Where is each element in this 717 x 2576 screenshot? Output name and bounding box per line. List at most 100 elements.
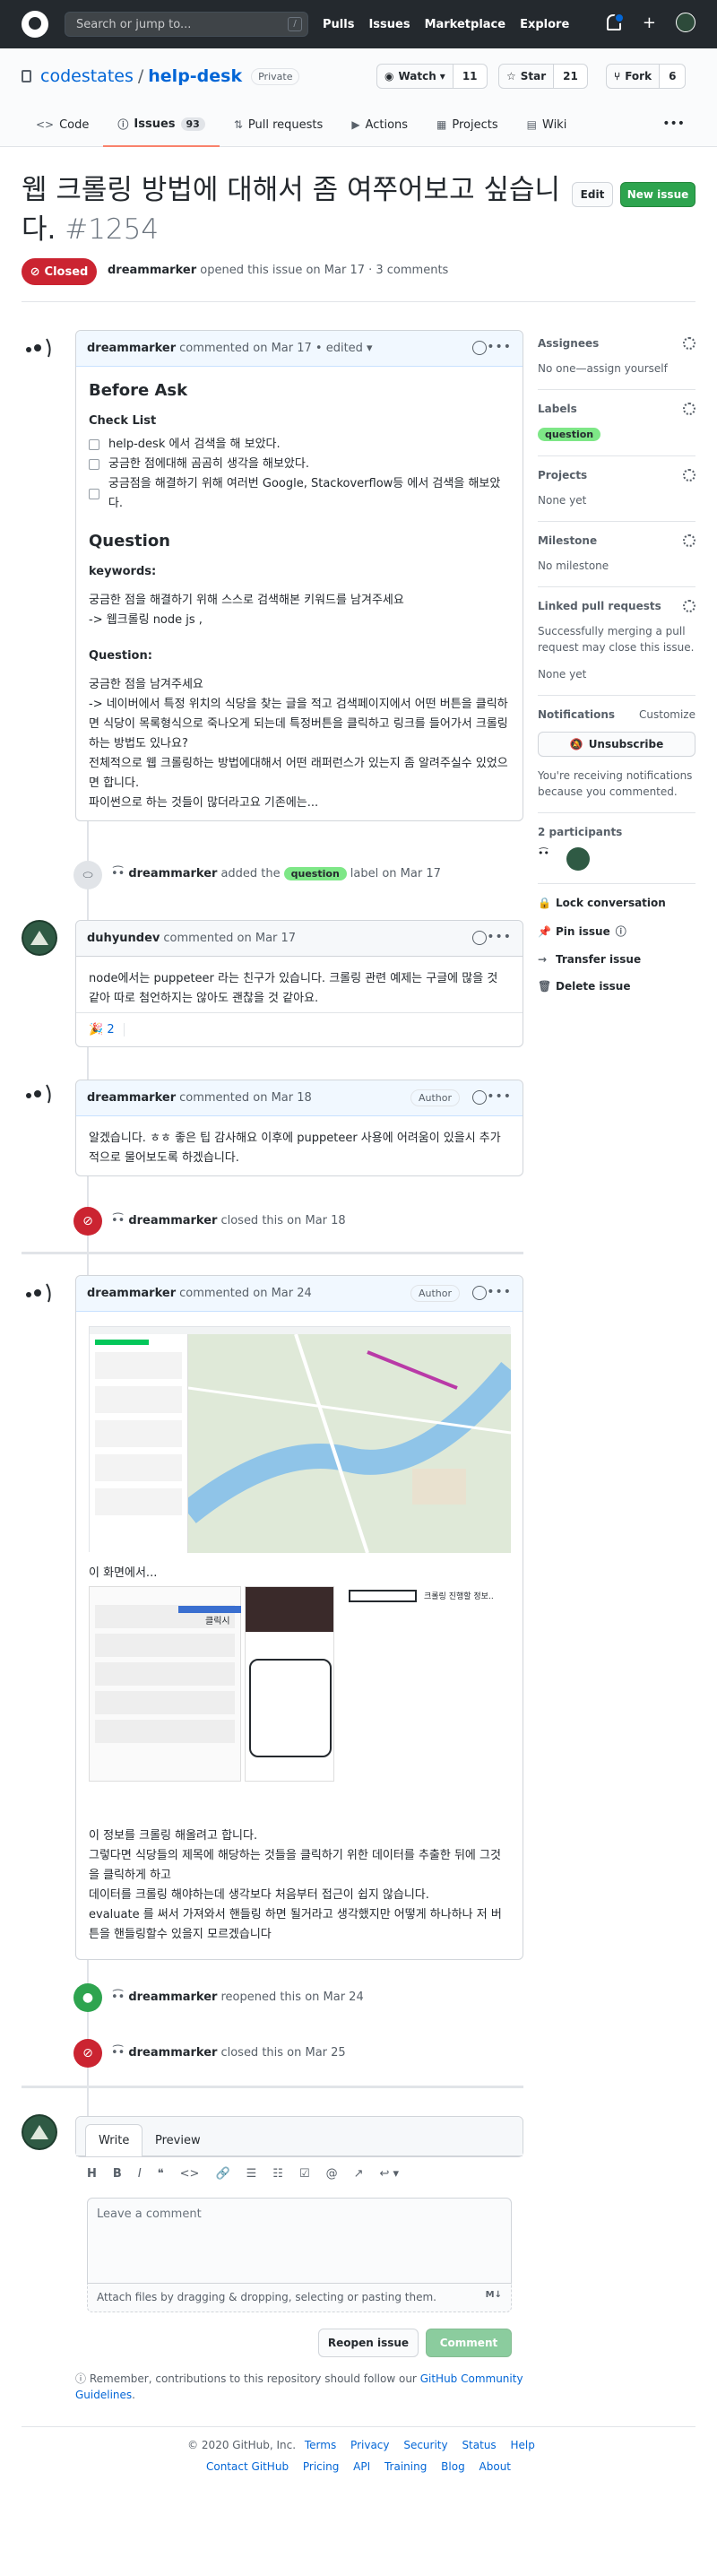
italic-icon[interactable]: I — [138, 2167, 142, 2181]
labels-heading[interactable]: Labels — [538, 403, 695, 415]
task-list-icon[interactable]: ☑ — [299, 2167, 310, 2181]
footer-link-privacy[interactable]: Privacy — [350, 2439, 389, 2451]
comment-author-link[interactable]: dreammarker — [87, 1091, 176, 1105]
comment-menu-icon[interactable]: ••• — [487, 1089, 512, 1104]
comment-author-link[interactable]: dreammarker — [87, 342, 176, 355]
party-reaction-button[interactable]: 🎉 2 — [89, 1023, 125, 1036]
gear-icon[interactable] — [683, 337, 695, 350]
footer-link-about[interactable]: About — [479, 2460, 511, 2473]
transfer-issue-link[interactable]: → Transfer issue — [538, 953, 695, 966]
projects-heading[interactable]: Projects — [538, 469, 695, 481]
cross-reference-icon[interactable]: ↗ — [354, 2167, 364, 2181]
gear-icon[interactable] — [683, 534, 695, 547]
repo-owner-link[interactable]: codestates — [40, 66, 134, 86]
avatar[interactable] — [22, 1275, 57, 1311]
fork-count[interactable]: 6 — [660, 65, 686, 88]
star-count[interactable]: 21 — [554, 65, 587, 88]
question-label-badge[interactable]: question — [283, 867, 347, 880]
footer-link-security[interactable]: Security — [403, 2439, 447, 2451]
issue-author-link[interactable]: dreammarker — [108, 264, 196, 277]
comment-textarea[interactable]: Leave a comment — [87, 2198, 512, 2284]
footer-link-help[interactable]: Help — [511, 2439, 535, 2451]
smiley-reaction-icon[interactable] — [472, 341, 487, 355]
lock-conversation-link[interactable]: 🔒 Lock conversation — [538, 897, 695, 909]
fork-button[interactable]: ⑂ Fork 6 — [606, 64, 687, 89]
assignees-value[interactable]: No one—assign yourself — [538, 360, 695, 377]
milestone-heading[interactable]: Milestone — [538, 534, 695, 547]
comment-author-link[interactable]: dreammarker — [87, 1287, 176, 1300]
link-icon[interactable]: 🔗 — [215, 2167, 229, 2181]
tab-issues[interactable]: ⓘ Issues 93 — [103, 113, 220, 147]
reply-icon[interactable]: ↩ ▾ — [380, 2167, 400, 2181]
heading-icon[interactable]: H — [87, 2167, 97, 2181]
assignees-heading[interactable]: Assignees — [538, 337, 695, 350]
nav-pulls[interactable]: Pulls — [323, 18, 354, 31]
smiley-reaction-icon[interactable] — [472, 931, 487, 945]
checkbox[interactable] — [89, 489, 99, 499]
code-icon[interactable]: <> — [180, 2167, 200, 2181]
question-label-badge[interactable]: question — [538, 428, 601, 441]
footer-link-contact[interactable]: Contact GitHub — [206, 2460, 289, 2473]
tab-wiki[interactable]: ▤ Wiki — [513, 113, 582, 147]
avatar[interactable] — [22, 1076, 57, 1112]
create-new-plus-icon[interactable]: + — [643, 13, 656, 32]
avatar[interactable] — [22, 2114, 57, 2150]
customize-link[interactable]: Customize — [639, 708, 695, 721]
footer-link-training[interactable]: Training — [384, 2460, 427, 2473]
footer-link-terms[interactable]: Terms — [305, 2439, 336, 2451]
naver-map-screenshot[interactable] — [89, 1326, 511, 1553]
tab-preview[interactable]: Preview — [143, 2124, 213, 2156]
gear-icon[interactable] — [683, 600, 695, 612]
tab-pull-requests[interactable]: ⇅ Pull requests — [220, 113, 337, 147]
participant-avatar[interactable] — [566, 847, 590, 871]
checkbox[interactable] — [89, 459, 99, 470]
bold-icon[interactable]: B — [113, 2167, 122, 2181]
nav-marketplace[interactable]: Marketplace — [425, 18, 506, 31]
tab-projects[interactable]: ▦ Projects — [422, 113, 513, 147]
bullet-list-icon[interactable]: ☰ — [246, 2167, 257, 2181]
tab-actions[interactable]: ▶ Actions — [337, 113, 422, 147]
tab-write[interactable]: Write — [85, 2124, 143, 2156]
comment-menu-icon[interactable]: ••• — [487, 340, 512, 354]
comment-author-link[interactable]: duhyundev — [87, 932, 160, 945]
edit-title-button[interactable]: Edit — [572, 182, 613, 207]
nav-explore[interactable]: Explore — [520, 18, 569, 31]
smiley-reaction-icon[interactable] — [472, 1286, 487, 1300]
repo-name-link[interactable]: help-desk — [148, 66, 242, 86]
watch-button[interactable]: ◉ Watch ▾ 11 — [376, 64, 488, 89]
pin-issue-link[interactable]: 📌 Pin issue ⓘ — [538, 924, 695, 939]
comment-menu-icon[interactable]: ••• — [487, 1285, 512, 1299]
footer-link-api[interactable]: API — [353, 2460, 370, 2473]
notifications-bell-icon[interactable] — [606, 13, 625, 30]
footer-link-status[interactable]: Status — [462, 2439, 496, 2451]
participant-avatar[interactable]: •͡• — [538, 847, 561, 871]
comment-menu-icon[interactable]: ••• — [487, 930, 512, 944]
watch-count[interactable]: 11 — [453, 65, 487, 88]
github-logo-icon[interactable] — [22, 11, 48, 38]
checkbox[interactable] — [89, 439, 99, 450]
star-button[interactable]: ☆ Star 21 — [498, 64, 588, 89]
avatar[interactable] — [22, 330, 57, 366]
user-avatar[interactable] — [676, 13, 695, 32]
gear-icon[interactable] — [683, 403, 695, 415]
unsubscribe-button[interactable]: 🔕 Unsubscribe — [538, 732, 695, 757]
nav-issues[interactable]: Issues — [368, 18, 410, 31]
more-tabs-icon[interactable]: ••• — [662, 117, 685, 131]
delete-issue-link[interactable]: 🗑 Delete issue — [538, 980, 695, 993]
smiley-reaction-icon[interactable] — [472, 1090, 487, 1105]
numbered-list-icon[interactable]: ☷ — [272, 2167, 283, 2181]
footer-link-blog[interactable]: Blog — [441, 2460, 465, 2473]
linked-prs-heading[interactable]: Linked pull requests — [538, 600, 695, 612]
quote-icon[interactable]: ❝ — [158, 2167, 164, 2181]
reopen-issue-button[interactable]: Reopen issue — [318, 2329, 419, 2357]
gear-icon[interactable] — [683, 469, 695, 481]
tab-code[interactable]: <> Code — [22, 113, 103, 147]
attach-files-area[interactable]: Attach files by dragging & dropping, sel… — [87, 2284, 512, 2312]
comment-button[interactable]: Comment — [426, 2329, 512, 2357]
footer-link-pricing[interactable]: Pricing — [303, 2460, 339, 2473]
new-issue-button[interactable]: New issue — [620, 182, 695, 207]
avatar[interactable] — [22, 920, 57, 956]
click-flow-screenshot[interactable]: 클릭시 크롤링 진행할 정보.. — [89, 1586, 510, 1782]
mention-icon[interactable]: @ — [326, 2167, 338, 2181]
search-input[interactable]: Search or jump to... / — [65, 12, 308, 37]
